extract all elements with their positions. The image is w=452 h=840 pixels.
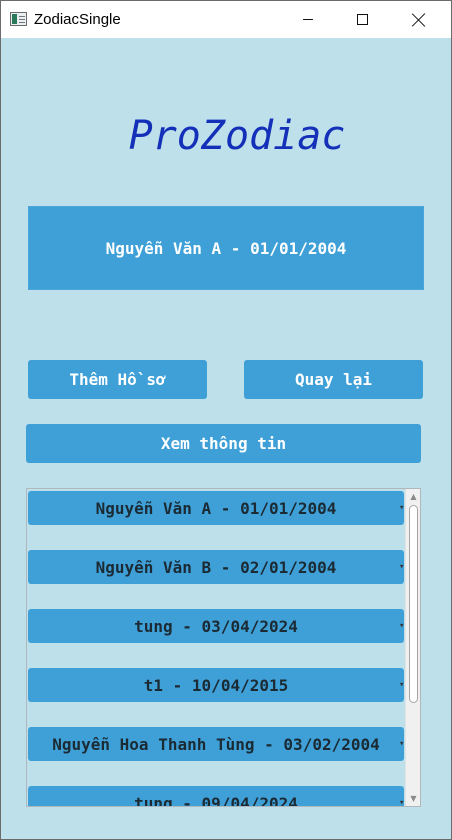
profile-item-label: tung - 09/04/2024 [134,793,298,807]
profile-item-label: t1 - 10/04/2015 [143,675,289,695]
profile-list-item[interactable]: tung - 09/04/2024 ▾ [28,786,404,807]
title-bar[interactable]: ZodiacSingle [1,1,451,38]
app-icon [10,12,27,26]
view-info-button[interactable]: Xem thông tin [26,424,421,463]
scroll-down-icon[interactable]: ▼ [406,791,420,806]
profile-item-label: Nguyễn Văn A - 01/01/2004 [95,498,337,518]
profile-item-label: tung - 03/04/2024 [134,616,298,636]
scrollbar-thumb[interactable] [409,505,418,703]
scroll-up-icon[interactable]: ▲ [406,489,420,504]
maximize-button[interactable] [338,1,386,38]
profile-list-item[interactable]: Nguyễn Hoa Thanh Tùng - 03/02/2004 ▾ [28,727,404,761]
profile-list-item[interactable]: tung - 03/04/2024 ▾ [28,609,404,643]
close-button[interactable] [395,1,443,38]
profile-item-label: Nguyễn Hoa Thanh Tùng - 03/02/2004 [52,734,380,754]
profile-list-item[interactable]: Nguyễn Văn B - 02/01/2004 ▾ [28,550,404,584]
window-title: ZodiacSingle [34,11,121,28]
minimize-icon [303,19,313,20]
profile-list[interactable]: Nguyễn Văn A - 01/01/2004 ▾ Nguyễn Văn B… [26,488,421,807]
profile-item-label: Nguyễn Văn B - 02/01/2004 [95,557,337,577]
current-profile-label: Nguyễn Văn A - 01/01/2004 [105,238,347,258]
minimize-button[interactable] [284,1,332,38]
app-window: ZodiacSingle ProZodiac Nguyễn Văn A - 01… [0,0,452,840]
current-profile-display: Nguyễn Văn A - 01/01/2004 [28,206,424,290]
back-button[interactable]: Quay lại [244,360,423,399]
list-scrollbar[interactable]: ▲ ▼ [405,489,420,806]
brand-title: ProZodiac [128,113,346,159]
maximize-icon [356,14,368,25]
add-profile-button[interactable]: Thêm Hồ sơ [28,360,207,399]
profile-list-item[interactable]: t1 - 10/04/2015 ▾ [28,668,404,702]
close-icon [412,13,426,27]
profile-list-item[interactable]: Nguyễn Văn A - 01/01/2004 ▾ [28,491,404,525]
